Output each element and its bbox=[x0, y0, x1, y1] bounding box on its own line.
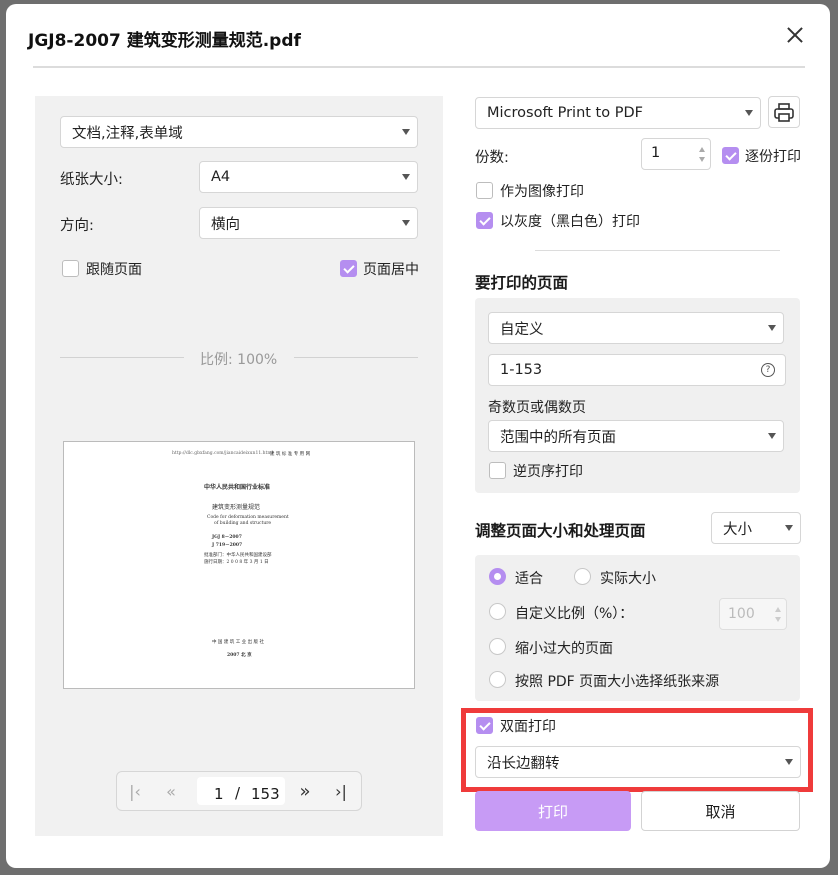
reverse-order-checkbox[interactable] bbox=[489, 462, 506, 479]
last-page-icon[interactable]: ›| bbox=[329, 780, 353, 802]
custom-scale-label: 自定义比例（%）： bbox=[515, 606, 634, 622]
preview-line: of building and structure bbox=[214, 521, 272, 526]
print-dialog: JGJ8-2007 建筑变形测量规范.pdf 文档,注释,表单域 纸张大小: A… bbox=[6, 4, 830, 868]
preview-line: 2007 北 京 bbox=[227, 653, 252, 658]
follow-page-label: 跟随页面 bbox=[86, 262, 142, 278]
next-page-icon[interactable]: » bbox=[293, 780, 317, 802]
page-preview: http://dlc.gbxfang.com/jiancaideixun11.h… bbox=[63, 441, 415, 689]
custom-scale-input[interactable]: 100 bbox=[719, 598, 787, 630]
chevron-down-icon bbox=[785, 525, 793, 531]
pages-mode-select[interactable]: 自定义 bbox=[488, 312, 784, 344]
page-range-value: 1-153 bbox=[500, 362, 543, 378]
preview-line: J 719－2007 bbox=[212, 543, 243, 548]
total-pages: 153 bbox=[251, 785, 280, 803]
chevron-down-icon bbox=[785, 759, 793, 765]
printer-value: Microsoft Print to PDF bbox=[487, 105, 643, 121]
scale-text: 比例: 100% bbox=[200, 352, 278, 368]
paper-source-radio[interactable] bbox=[489, 671, 506, 688]
first-page-icon[interactable]: |‹ bbox=[123, 780, 147, 802]
page-separator: / bbox=[235, 784, 241, 802]
shrink-radio[interactable] bbox=[489, 638, 506, 655]
preview-line: Code for deformation measurement bbox=[207, 515, 289, 520]
fit-label: 适合 bbox=[515, 571, 543, 587]
fit-radio[interactable] bbox=[489, 568, 506, 585]
current-page[interactable]: 1 bbox=[214, 785, 224, 803]
stepper-up-icon[interactable] bbox=[775, 607, 781, 612]
preview-stamp: 建 筑 标 准 专 用 网 bbox=[270, 452, 311, 457]
center-page-label: 页面居中 bbox=[363, 262, 419, 278]
orientation-select[interactable]: 横向 bbox=[199, 207, 418, 239]
duplex-checkbox[interactable] bbox=[476, 717, 493, 734]
print-as-image-label: 作为图像打印 bbox=[500, 184, 584, 200]
content-select-value: 文档,注释,表单域 bbox=[72, 125, 183, 142]
preview-line: JGJ 8－2007 bbox=[212, 535, 242, 540]
preview-line: 建筑变形测量规范 bbox=[212, 504, 261, 511]
print-as-image-checkbox[interactable] bbox=[476, 182, 493, 199]
reverse-order-label: 逆页序打印 bbox=[513, 464, 583, 480]
close-icon[interactable] bbox=[784, 24, 806, 46]
content-select[interactable]: 文档,注释,表单域 bbox=[60, 116, 418, 148]
grayscale-checkbox[interactable] bbox=[476, 212, 493, 229]
pages-heading: 要打印的页面 bbox=[475, 274, 569, 292]
cancel-button[interactable]: 取消 bbox=[641, 791, 800, 831]
shrink-label: 缩小过大的页面 bbox=[515, 641, 613, 657]
resize-mode-select[interactable]: 大小 bbox=[711, 512, 801, 544]
paper-size-select[interactable]: A4 bbox=[199, 161, 418, 193]
chevron-down-icon bbox=[768, 433, 776, 439]
preview-line: 施行日期：2 0 0 8 年 3 月 1 日 bbox=[204, 560, 269, 565]
printer-properties-button[interactable] bbox=[768, 96, 800, 128]
previous-page-icon[interactable]: « bbox=[159, 780, 183, 802]
page-range-input[interactable]: 1-153 ? bbox=[488, 354, 786, 386]
pages-mode-value: 自定义 bbox=[500, 321, 544, 338]
help-icon[interactable]: ? bbox=[761, 363, 775, 377]
stepper-up-icon[interactable] bbox=[699, 147, 705, 152]
duplex-flip-select[interactable]: 沿长边翻转 bbox=[475, 746, 801, 778]
orientation-label: 方向: bbox=[60, 218, 94, 234]
actual-size-label: 实际大小 bbox=[600, 571, 656, 587]
print-button[interactable]: 打印 bbox=[475, 791, 631, 831]
custom-scale-radio[interactable] bbox=[489, 603, 506, 620]
title-divider bbox=[33, 66, 805, 68]
scale-divider bbox=[294, 357, 418, 358]
chevron-down-icon bbox=[402, 129, 410, 135]
chevron-down-icon bbox=[768, 325, 776, 331]
copies-label: 份数: bbox=[475, 150, 509, 166]
printer-select[interactable]: Microsoft Print to PDF bbox=[475, 97, 761, 129]
preview-line: 中 国 建 筑 工 业 出 版 社 bbox=[212, 640, 264, 645]
duplex-flip-value: 沿长边翻转 bbox=[487, 755, 560, 772]
paper-size-value: A4 bbox=[211, 169, 231, 185]
chevron-down-icon bbox=[402, 174, 410, 180]
resize-heading: 调整页面大小和处理页面 bbox=[475, 522, 646, 540]
scale-divider bbox=[60, 357, 184, 358]
grayscale-label: 以灰度（黑白色）打印 bbox=[500, 214, 640, 230]
odd-even-select[interactable]: 范围中的所有页面 bbox=[488, 420, 784, 452]
paper-source-label: 按照 PDF 页面大小选择纸张来源 bbox=[515, 674, 720, 690]
copies-stepper[interactable]: 1 bbox=[641, 138, 711, 170]
chevron-down-icon bbox=[745, 110, 753, 116]
preview-url: http://dlc.gbxfang.com/jiancaideixun11.h… bbox=[172, 451, 274, 456]
custom-scale-value: 100 bbox=[728, 606, 755, 622]
follow-page-checkbox[interactable] bbox=[62, 260, 79, 277]
stepper-down-icon[interactable] bbox=[775, 617, 781, 622]
odd-even-label: 奇数页或偶数页 bbox=[488, 400, 586, 416]
copies-value: 1 bbox=[651, 145, 661, 161]
preview-line: 批准部门：中华人民共和国建设部 bbox=[204, 553, 272, 558]
actual-size-radio[interactable] bbox=[574, 568, 591, 585]
preview-line: 中华人民共和国行业标准 bbox=[204, 484, 271, 491]
center-page-checkbox[interactable] bbox=[340, 260, 357, 277]
page-navigation: |‹ « 1 / 153 » ›| bbox=[116, 771, 362, 811]
orientation-value: 横向 bbox=[211, 216, 240, 233]
duplex-label: 双面打印 bbox=[500, 719, 556, 735]
section-divider bbox=[535, 250, 780, 251]
collate-checkbox[interactable] bbox=[722, 147, 739, 164]
paper-size-label: 纸张大小: bbox=[60, 172, 123, 188]
collate-label: 逐份打印 bbox=[745, 149, 801, 165]
dialog-title: JGJ8-2007 建筑变形测量规范.pdf bbox=[28, 31, 301, 51]
chevron-down-icon bbox=[402, 220, 410, 226]
odd-even-value: 范围中的所有页面 bbox=[500, 429, 616, 446]
printer-icon bbox=[774, 103, 794, 122]
stepper-down-icon[interactable] bbox=[699, 157, 705, 162]
resize-mode-value: 大小 bbox=[723, 521, 752, 538]
